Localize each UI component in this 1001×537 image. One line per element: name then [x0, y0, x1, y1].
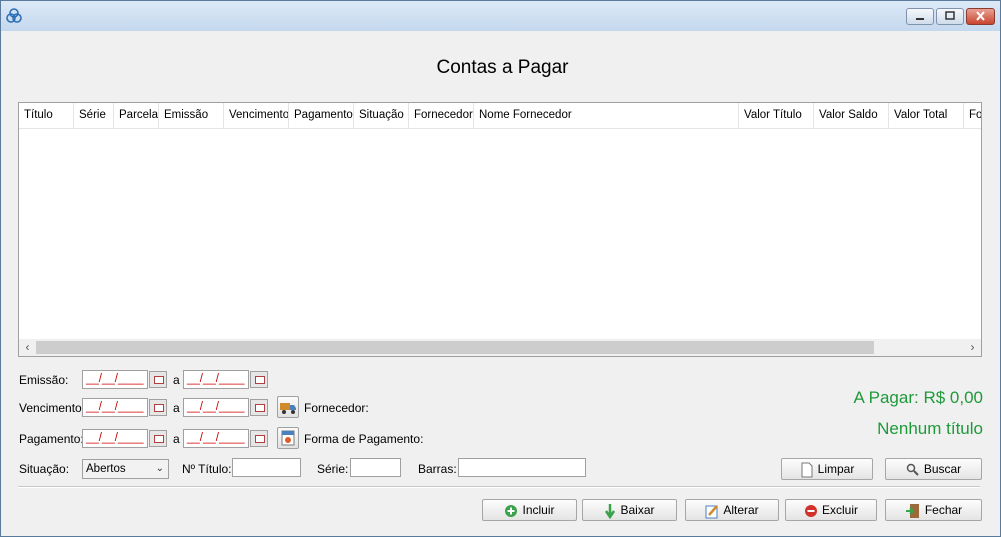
column-header-vencimento[interactable]: Vencimento: [224, 103, 289, 128]
maximize-icon: [945, 11, 955, 20]
truck-icon: [280, 403, 296, 414]
column-header-emissao[interactable]: Emissão: [159, 103, 224, 128]
grid-header: Título Série Parcela Emissão Vencimento …: [19, 103, 981, 129]
blank-page-icon: [801, 462, 813, 478]
page-title: Contas a Pagar: [436, 57, 569, 78]
forma-pagamento-search-button[interactable]: [277, 427, 299, 449]
vencimento-start-date-field[interactable]: __/__/____: [82, 398, 148, 417]
add-icon: [505, 504, 518, 517]
emissao-start-date-field[interactable]: __/__/____: [82, 370, 148, 389]
total-a-pagar: A Pagar: R$ 0,00: [853, 388, 983, 407]
serie-input[interactable]: [350, 458, 401, 477]
app-logo-icon: [6, 8, 22, 23]
search-icon: [906, 463, 919, 476]
fornecedor-search-button[interactable]: [277, 396, 299, 418]
pagamento-end-date-field[interactable]: __/__/____: [183, 429, 249, 448]
pagamento-start-date-field[interactable]: __/__/____: [82, 429, 148, 448]
scrollbar-thumb[interactable]: [36, 341, 874, 354]
column-header-titulo[interactable]: Título: [19, 103, 74, 128]
pagamento-start-calendar-icon[interactable]: [149, 430, 167, 447]
title-bar: [1, 1, 1000, 31]
serie-label: Série:: [317, 462, 349, 476]
titles-status: Nenhum título: [877, 419, 983, 438]
excluir-button[interactable]: Excluir: [785, 499, 877, 521]
vencimento-end-calendar-icon[interactable]: [250, 399, 268, 416]
maximize-button[interactable]: [936, 8, 964, 25]
column-header-valor-saldo[interactable]: Valor Saldo: [814, 103, 889, 128]
accounts-grid[interactable]: Título Série Parcela Emissão Vencimento …: [18, 102, 982, 357]
limpar-button[interactable]: Limpar: [781, 458, 873, 480]
situacao-select[interactable]: Abertos ⌄: [82, 459, 169, 479]
divider: [18, 486, 980, 488]
emissao-range-separator: a: [173, 373, 180, 387]
column-header-nome-fornecedor[interactable]: Nome Fornecedor: [474, 103, 739, 128]
pagamento-end-calendar-icon[interactable]: [250, 430, 268, 447]
emissao-end-calendar-icon[interactable]: [250, 371, 268, 388]
baixar-button[interactable]: Baixar: [582, 499, 677, 521]
close-icon: [976, 11, 985, 21]
scroll-right-icon[interactable]: ›: [964, 339, 981, 356]
payment-method-icon: [281, 430, 295, 446]
pagamento-label: Pagamento:: [19, 432, 84, 446]
column-header-pagamento[interactable]: Pagamento: [289, 103, 354, 128]
vencimento-label: Vencimento:: [19, 401, 86, 415]
alterar-button-label: Alterar: [723, 503, 759, 517]
scroll-left-icon[interactable]: ‹: [19, 339, 36, 356]
barras-input[interactable]: [458, 458, 586, 477]
incluir-button[interactable]: Incluir: [482, 499, 577, 521]
column-header-serie[interactable]: Série: [74, 103, 114, 128]
forma-pagamento-label: Forma de Pagamento:: [304, 432, 424, 446]
buscar-button[interactable]: Buscar: [885, 458, 982, 480]
column-header-valor-total[interactable]: Valor Total: [889, 103, 964, 128]
incluir-button-label: Incluir: [522, 503, 555, 517]
edit-icon: [705, 504, 719, 519]
emissao-label: Emissão:: [19, 373, 69, 387]
vencimento-range-separator: a: [173, 401, 180, 415]
alterar-button[interactable]: Alterar: [685, 499, 779, 521]
form-content: Contas a Pagar Título Série Parcela Emis…: [8, 31, 997, 534]
column-header-fo[interactable]: Fo: [964, 103, 981, 128]
situacao-select-value: Abertos: [86, 463, 126, 475]
column-header-parcela[interactable]: Parcela: [114, 103, 159, 128]
fechar-button[interactable]: Fechar: [885, 499, 982, 521]
column-header-situacao[interactable]: Situação: [354, 103, 409, 128]
baixar-button-label: Baixar: [620, 503, 655, 517]
emissao-end-date-field[interactable]: __/__/____: [183, 370, 249, 389]
pagamento-range-separator: a: [173, 432, 180, 446]
fechar-button-label: Fechar: [924, 503, 963, 517]
minimize-button[interactable]: [906, 8, 934, 25]
arrow-down-icon: [605, 503, 616, 519]
emissao-start-calendar-icon[interactable]: [149, 371, 167, 388]
column-header-fornecedor[interactable]: Fornecedor: [409, 103, 474, 128]
ntitulo-label: Nº Título:: [182, 462, 232, 476]
column-header-valor-titulo[interactable]: Valor Título: [739, 103, 814, 128]
situacao-label: Situação:: [19, 462, 70, 476]
ntitulo-input[interactable]: [232, 458, 301, 477]
minimize-icon: [916, 18, 924, 20]
exit-door-icon: [905, 503, 919, 518]
excluir-button-label: Excluir: [821, 503, 858, 517]
close-button[interactable]: [966, 8, 995, 25]
chevron-down-icon: ⌄: [155, 463, 164, 474]
delete-icon: [804, 504, 817, 517]
limpar-button-label: Limpar: [817, 462, 855, 476]
buscar-button-label: Buscar: [923, 462, 962, 476]
barras-label: Barras:: [418, 462, 457, 476]
fornecedor-label: Fornecedor:: [304, 401, 369, 415]
horizontal-scrollbar[interactable]: ‹ ›: [19, 339, 981, 356]
vencimento-end-date-field[interactable]: __/__/____: [183, 398, 249, 417]
vencimento-start-calendar-icon[interactable]: [149, 399, 167, 416]
main-window: Contas a Pagar Título Série Parcela Emis…: [0, 0, 1001, 537]
